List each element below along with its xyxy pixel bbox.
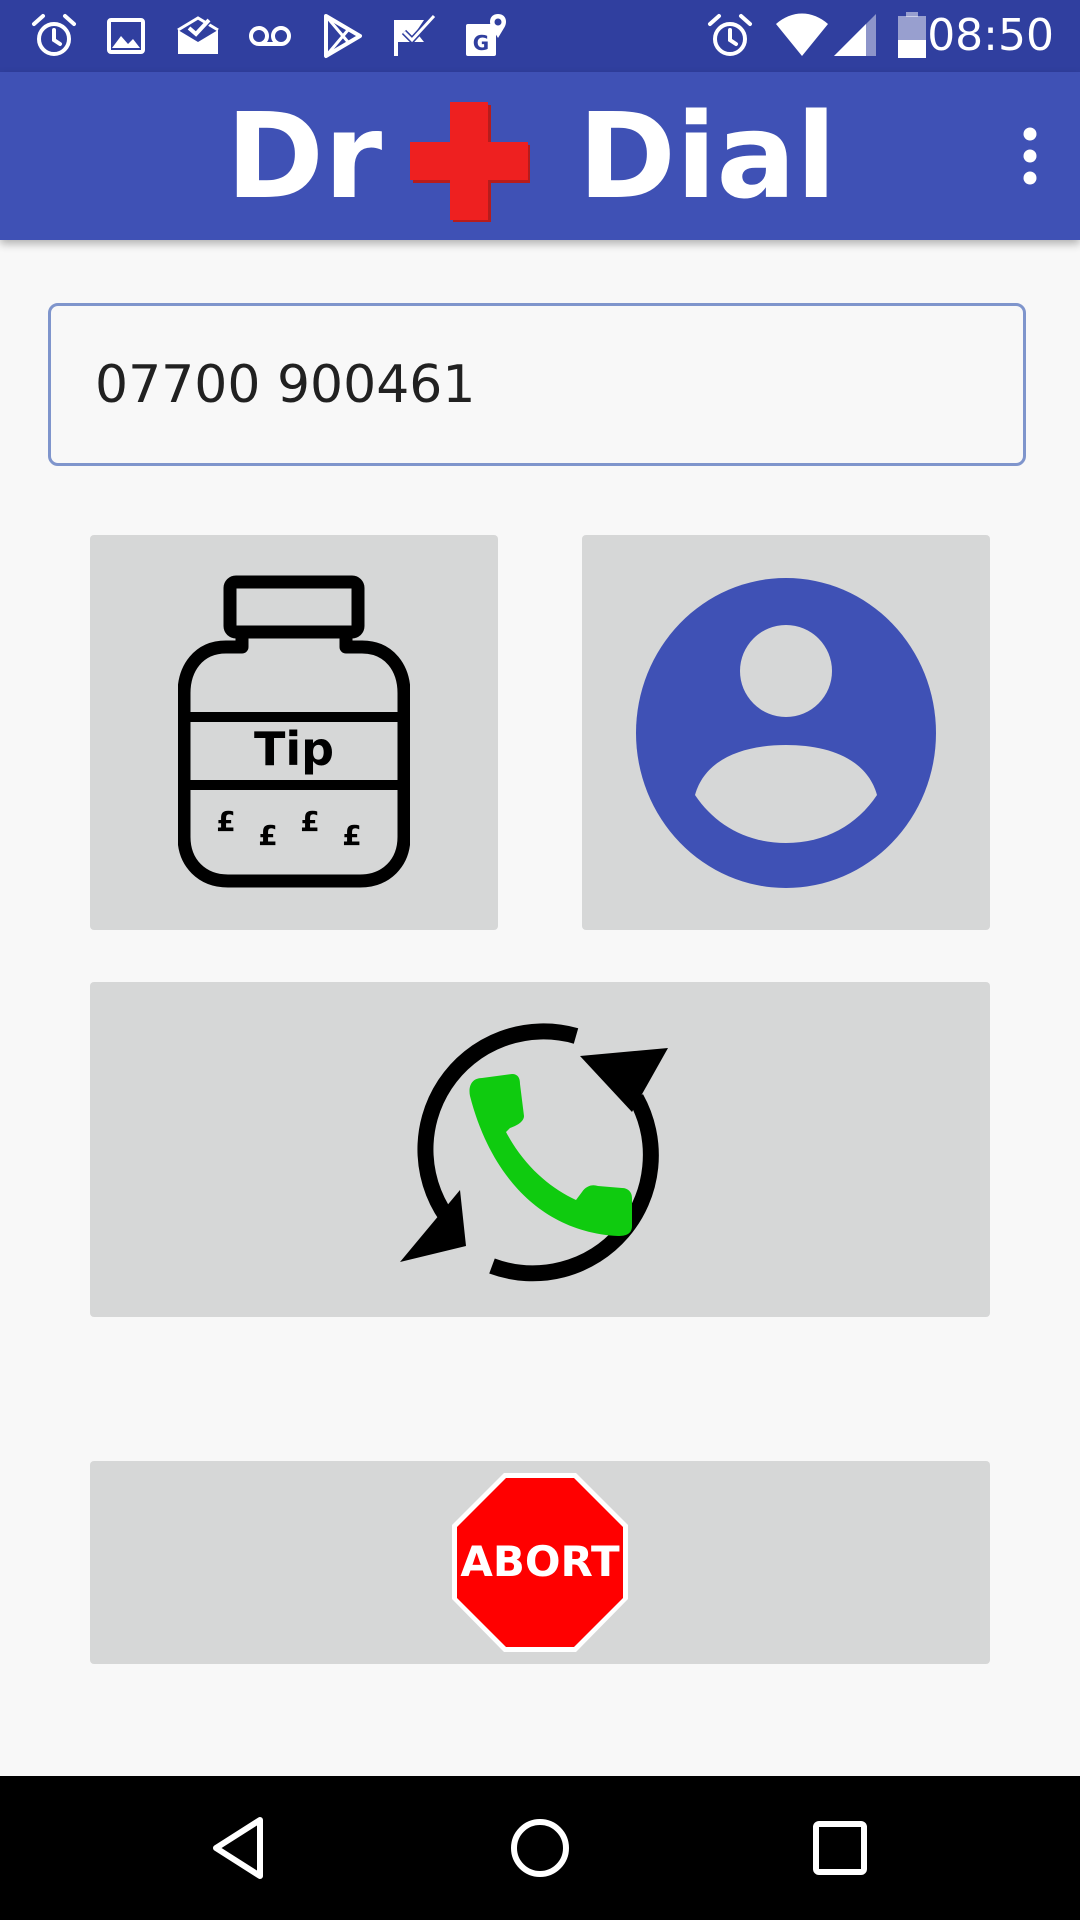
status-time: 08:50 [927, 10, 1054, 61]
redial-phone-icon [400, 1023, 668, 1282]
red-cross-icon [410, 102, 530, 222]
abort-button[interactable]: ABORT [90, 1461, 990, 1664]
app-bar: Dr Dial [0, 72, 1080, 240]
redial-button[interactable] [90, 982, 990, 1317]
mail-done-icon [177, 16, 219, 54]
stop-sign-icon: ABORT [452, 1473, 628, 1652]
contact-picker-button[interactable] [582, 535, 990, 930]
recents-icon[interactable] [800, 1808, 880, 1888]
back-icon[interactable] [200, 1808, 280, 1888]
contact-avatar-icon [636, 578, 936, 888]
coin-symbol: £ [300, 805, 319, 838]
tip-button[interactable]: Tip £ £ £ £ [90, 535, 498, 930]
overflow-menu-icon[interactable] [990, 116, 1070, 196]
coin-symbol: £ [258, 819, 277, 852]
navigation-bar [0, 1776, 1080, 1920]
battery-icon [898, 12, 926, 58]
status-bar: G 08:50 [0, 0, 1080, 72]
maps-icon: G [466, 14, 506, 56]
screen: G 08:50 Dr Dial 07700 900461 Tip £ £ £ £… [0, 0, 1080, 1920]
alarm-icon [32, 14, 76, 56]
play-store-icon [324, 14, 362, 58]
tip-jar-label: Tip [254, 722, 334, 776]
coin-symbol: £ [216, 805, 235, 838]
wifi-icon [776, 13, 828, 56]
phone-number-field[interactable] [48, 303, 1026, 466]
image-icon [107, 18, 145, 54]
app-title-left: Dr [226, 87, 383, 225]
svg-text:G: G [473, 31, 489, 55]
task-check-icon [394, 13, 437, 56]
voicemail-icon [249, 26, 291, 46]
coin-symbol: £ [342, 819, 361, 852]
tip-jar-icon: Tip £ £ £ £ [178, 575, 410, 888]
alarm-icon [708, 14, 752, 56]
home-icon[interactable] [500, 1808, 580, 1888]
abort-label: ABORT [460, 1537, 620, 1586]
app-title-right: Dial [578, 87, 837, 225]
phone-number-input[interactable] [95, 306, 975, 463]
cell-signal-icon [834, 14, 876, 56]
